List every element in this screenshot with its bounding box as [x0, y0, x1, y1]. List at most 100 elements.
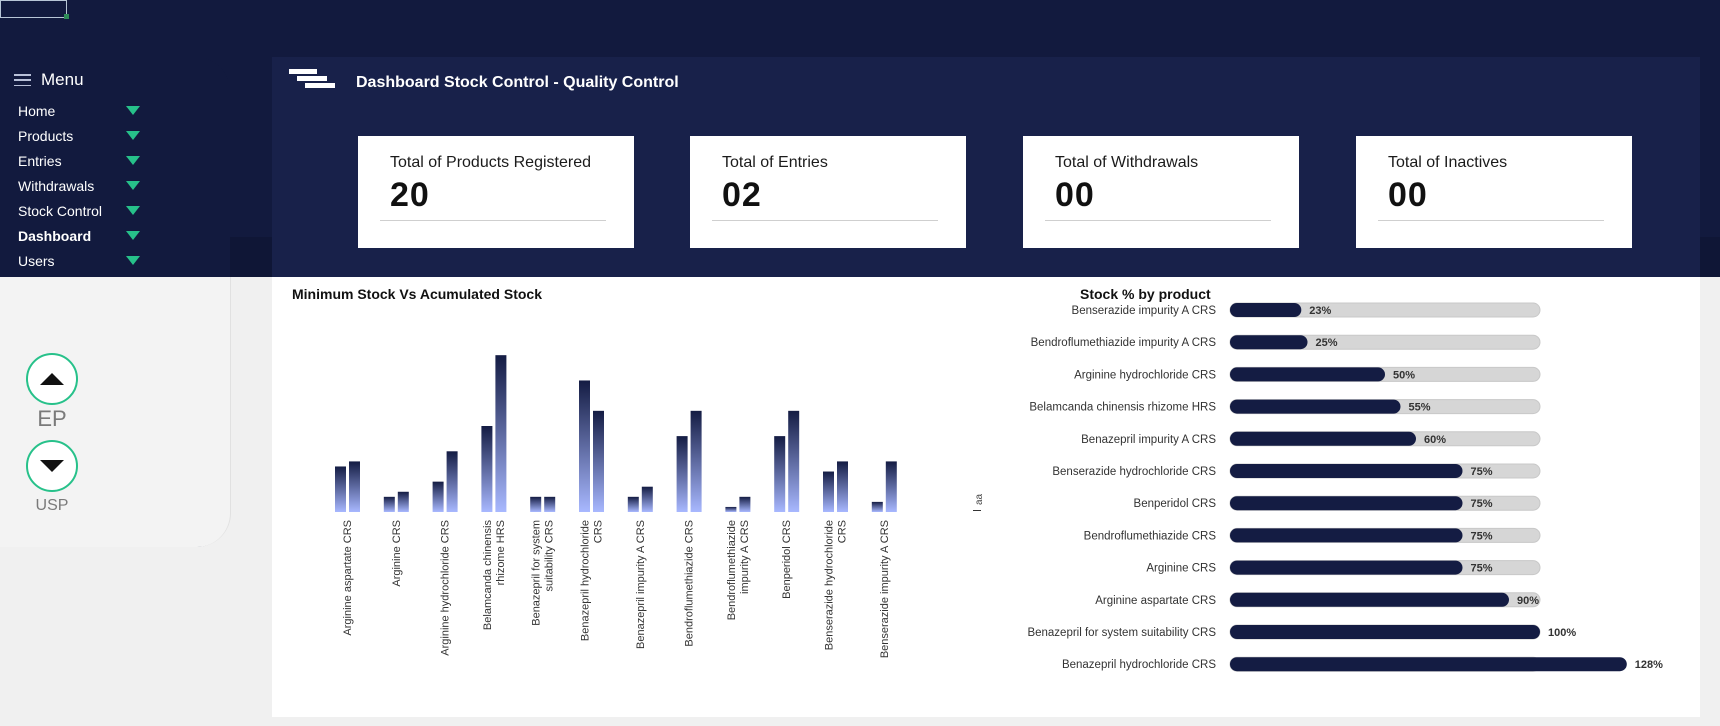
bar-series-1	[579, 380, 590, 512]
kpi-label: Total of Entries	[722, 154, 828, 171]
x-tick-label: Bendroflumethiazide CRS	[684, 520, 696, 647]
bar-fill	[1230, 303, 1302, 317]
caret-down-icon	[126, 156, 140, 165]
x-tick-label: Benazepril for system suitability CRS	[531, 520, 556, 626]
bar-series-1	[481, 426, 493, 512]
bar-series-2	[495, 355, 507, 512]
bar-value-label: 128%	[1635, 659, 1663, 671]
bar-fill	[1230, 335, 1308, 350]
caret-down-icon	[126, 256, 140, 265]
bar-series-1	[335, 466, 346, 512]
bar-value-label: 60%	[1424, 434, 1446, 446]
x-tick-label: Arginine aspartate CRS	[342, 520, 354, 636]
bar-series-1	[823, 471, 834, 512]
svg-text:Arginine hydrochloride CRS: Arginine hydrochloride CRS	[440, 520, 452, 656]
svg-text:Bendroflumethiazide CRS: Bendroflumethiazide CRS	[684, 520, 696, 647]
sidebar-item-products[interactable]: Products	[18, 123, 140, 148]
y-axis-tick	[973, 510, 981, 511]
bar-value-label: 100%	[1548, 627, 1576, 639]
sidebar-item-stock-control[interactable]: Stock Control	[18, 198, 140, 223]
kpi-card-products: Total of Products Registered 20	[358, 136, 634, 248]
kpi-label: Total of Withdrawals	[1055, 154, 1199, 171]
bar-series-2	[593, 410, 604, 512]
y-tick-label: Belamcanda chinensis rhizome HRS	[1029, 402, 1216, 414]
stock-percent-by-product-chart: Benserazide impurity A CRS 23% Bendroflume…	[1027, 302, 1663, 672]
bar-series-1	[676, 436, 688, 512]
kpi-value: 00	[1055, 176, 1095, 214]
y-tick-label: Benserazide hydrochloride CRS	[1052, 466, 1216, 478]
spreadsheet-cell-selection[interactable]	[0, 0, 67, 18]
bar-fill	[1230, 496, 1463, 511]
bar-value-label: 75%	[1471, 563, 1493, 575]
kpi-divider	[712, 220, 938, 221]
svg-text:suitability CRS: suitability CRS	[544, 520, 556, 592]
svg-text:Belamcanda chinensis: Belamcanda chinensis	[482, 520, 494, 631]
y-tick-label: Bendroflumethiazide impurity A CRS	[1031, 337, 1217, 349]
kpi-divider	[1378, 220, 1604, 221]
sidebar-item-users[interactable]: Users	[18, 248, 140, 273]
kpi-divider	[380, 220, 606, 221]
caret-down-icon	[126, 206, 140, 215]
svg-text:Benazepril impurity A CRS: Benazepril impurity A CRS	[635, 520, 647, 649]
bar-series-1	[432, 481, 444, 512]
bar-value-label: 23%	[1309, 305, 1331, 317]
sidebar-item-home[interactable]: Home	[18, 98, 140, 123]
bar-series-2	[544, 496, 556, 512]
bar-value-label: 55%	[1409, 402, 1431, 414]
svg-text:rhizome HRS: rhizome HRS	[495, 520, 507, 585]
bar-series-1	[725, 506, 737, 512]
bar-series-2	[641, 486, 653, 512]
bar-series-1	[774, 436, 786, 512]
svg-text:Benserazide impurity A CRS: Benserazide impurity A CRS	[879, 520, 891, 658]
stack-logo-icon	[289, 69, 337, 91]
bar-series-1	[871, 501, 883, 512]
sidebar-item-label: Home	[18, 102, 56, 119]
bar-fill	[1230, 528, 1463, 543]
y-tick-label: Arginine CRS	[1146, 563, 1216, 575]
bar-series-2	[349, 461, 360, 512]
bar-series-2	[690, 410, 702, 512]
bar-series-2	[885, 461, 897, 512]
bar-value-label: 75%	[1471, 530, 1493, 542]
ep-up-button[interactable]	[26, 353, 78, 405]
bar-fill	[1230, 625, 1540, 639]
kpi-divider	[1045, 220, 1271, 221]
kpi-card-entries: Total of Entries 02	[690, 136, 966, 248]
svg-text:CRS: CRS	[593, 520, 605, 543]
svg-text:Benperidol CRS: Benperidol CRS	[781, 520, 793, 599]
x-tick-label: Benserazide impurity A CRS	[879, 520, 891, 658]
kpi-card-inactives: Total of Inactives 00	[1356, 136, 1632, 248]
y-tick-label: Benazepril impurity A CRS	[1081, 434, 1216, 446]
menu-title: Menu	[41, 70, 84, 89]
kpi-label: Total of Inactives	[1388, 154, 1508, 171]
bar-series-2	[788, 410, 800, 512]
svg-text:Arginine CRS: Arginine CRS	[391, 520, 403, 587]
bar-series-2	[446, 451, 458, 512]
y-tick-label: Benperidol CRS	[1134, 498, 1217, 510]
bar-fill	[1230, 560, 1463, 575]
svg-text:Bendroflumethiazide: Bendroflumethiazide	[726, 520, 738, 620]
x-tick-label: Benperidol CRS	[781, 520, 793, 599]
hamburger-icon	[14, 74, 31, 86]
sidebar-item-label: Products	[18, 127, 74, 144]
caret-down-icon	[126, 231, 140, 240]
bar-series-2	[739, 496, 751, 512]
sidebar-item-label: Entries	[18, 152, 62, 169]
menu-header[interactable]: Menu	[14, 70, 84, 90]
bar-series-2	[837, 461, 848, 512]
bar-value-label: 25%	[1316, 337, 1338, 349]
y-tick-label: Bendroflumethiazide CRS	[1084, 530, 1217, 542]
sidebar-item-entries[interactable]: Entries	[18, 148, 140, 173]
sidebar-item-dashboard[interactable]: Dashboard	[18, 223, 140, 248]
usp-down-button[interactable]	[26, 440, 78, 492]
svg-text:impurity A CRS: impurity A CRS	[739, 520, 751, 594]
y-tick-label: Arginine hydrochloride CRS	[1074, 369, 1216, 381]
bar-value-label: 50%	[1393, 369, 1415, 381]
bar-fill	[1230, 367, 1385, 382]
bar-fill	[1230, 399, 1401, 414]
caret-down-icon	[126, 106, 140, 115]
bar-fill	[1230, 657, 1627, 672]
cell-fill-handle[interactable]	[64, 14, 69, 19]
sidebar-item-withdrawals[interactable]: Withdrawals	[18, 173, 140, 198]
triangle-up-icon	[40, 373, 64, 385]
